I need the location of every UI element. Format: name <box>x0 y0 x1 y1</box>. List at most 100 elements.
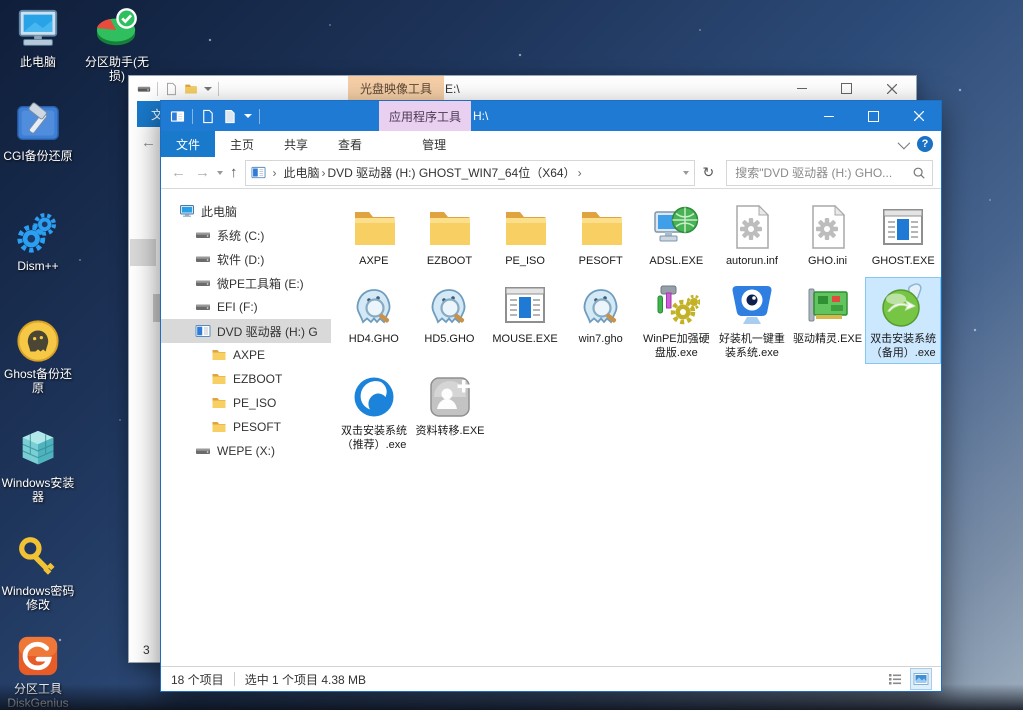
desktop-icon-partition-assistant[interactable]: 分区助手(无损) <box>79 6 155 83</box>
file-item[interactable]: MOUSE.EXE <box>487 277 563 350</box>
drive-icon <box>195 251 211 267</box>
sidebar-item-WEPE (X:)[interactable]: WEPE (X:) <box>161 439 331 463</box>
separator <box>157 82 158 96</box>
close-button[interactable] <box>896 101 941 131</box>
minimize-button[interactable] <box>806 101 851 131</box>
file-item[interactable]: 好装机一键重装系统.exe <box>714 277 790 364</box>
search-box[interactable] <box>726 160 933 186</box>
details-view-button[interactable] <box>885 669 905 689</box>
bg-window-title: E:\ <box>445 76 460 101</box>
sidebar-item-label: 软件 (D:) <box>217 251 264 268</box>
close-button[interactable] <box>869 76 914 101</box>
tab-查看[interactable]: 查看 <box>323 131 377 157</box>
sidebar-item-EFI (F:)[interactable]: EFI (F:) <box>161 295 331 319</box>
back-icon[interactable]: ← <box>169 165 188 180</box>
search-icon[interactable] <box>912 166 926 180</box>
desktop-icon-windows-password[interactable]: Windows密码修改 <box>0 535 76 612</box>
sidebar-item-AXPE[interactable]: AXPE <box>161 343 331 367</box>
address-bar[interactable]: › 此电脑›DVD 驱动器 (H:) GHOST_WIN7_64位（X64）› <box>245 160 695 186</box>
contextual-tab-label[interactable]: 应用程序工具 <box>379 101 471 131</box>
sidebar-item-此电脑[interactable]: 此电脑 <box>161 199 331 223</box>
forward-icon[interactable]: → <box>193 165 212 180</box>
maximize-button[interactable] <box>851 101 896 131</box>
sidebar-item-PESOFT[interactable]: PESOFT <box>161 415 331 439</box>
explorer-window[interactable]: 应用程序工具 H:\ 文件主页共享查看管理 ? ← → ↑ › 此电脑›DVD … <box>160 100 942 692</box>
file-item[interactable]: HD5.GHO <box>412 277 488 350</box>
file-item[interactable]: autorun.inf <box>714 199 790 272</box>
recent-locations-icon[interactable] <box>217 171 223 175</box>
file-name: 双击安装系统（备用）.exe <box>868 332 939 360</box>
maximize-button[interactable] <box>824 76 869 101</box>
sidebar-item-PE_ISO[interactable]: PE_ISO <box>161 391 331 415</box>
file-item[interactable]: 资料转移.EXE <box>412 369 488 442</box>
sidebar-item-EZBOOT[interactable]: EZBOOT <box>161 367 331 391</box>
breadcrumb-separator: › <box>576 166 584 180</box>
file-item[interactable]: PESOFT <box>563 199 639 272</box>
sidebar-item-系统 (C:)[interactable]: 系统 (C:) <box>161 223 331 247</box>
tab-共享[interactable]: 共享 <box>269 131 323 157</box>
tab-文件[interactable]: 文件 <box>161 131 215 157</box>
properties-icon[interactable] <box>222 109 237 124</box>
sidebar-item-软件 (D:)[interactable]: 软件 (D:) <box>161 247 331 271</box>
tab-主页[interactable]: 主页 <box>215 131 269 157</box>
sidebar-item-DVD 驱动器 (H:) G[interactable]: DVD 驱动器 (H:) G <box>161 319 331 343</box>
file-item[interactable]: GHO.ini <box>790 199 866 272</box>
desktop-icon-windows-installer[interactable]: Windows安装器 <box>0 427 76 504</box>
sidebar-item-label: PE_ISO <box>233 396 276 410</box>
large-icons-view-button[interactable] <box>911 669 931 689</box>
bg-back-icon[interactable]: ← <box>141 134 156 151</box>
bg-scrollbar-thumb[interactable] <box>153 294 160 322</box>
desktop-icon-ghost-backup[interactable]: Ghost备份还原 <box>0 318 76 395</box>
file-name: EZBOOT <box>427 254 472 268</box>
file-row: 双击安装系统（推荐）.exe资料转移.EXE <box>336 369 941 456</box>
desktop-icon-label: Ghost备份还原 <box>0 367 76 395</box>
breadcrumb-item[interactable]: DVD 驱动器 (H:) GHOST_WIN7_64位（X64） <box>328 164 576 181</box>
bg-contextual-tab[interactable]: 光盘映像工具 <box>348 76 444 101</box>
tab-管理[interactable]: 管理 <box>407 131 461 157</box>
desktop-icon-dism[interactable]: Dism++ <box>0 210 76 273</box>
ghost-file-icon <box>425 281 473 329</box>
minimize-ribbon-icon[interactable] <box>898 136 911 149</box>
file-item[interactable]: win7.gho <box>563 277 639 350</box>
file-item[interactable]: PE_ISO <box>487 199 563 272</box>
file-row: HD4.GHOHD5.GHOMOUSE.EXEwin7.ghoWinPE加强硬盘… <box>336 277 941 364</box>
minimize-button[interactable] <box>779 76 824 101</box>
transfer-icon <box>426 373 474 421</box>
sidebar-item-label: WEPE (X:) <box>217 444 275 458</box>
file-name: GHO.ini <box>808 254 847 268</box>
address-dropdown-icon[interactable] <box>683 171 689 175</box>
file-item[interactable]: 双击安装系统（推荐）.exe <box>336 369 412 456</box>
sidebar-item-label: EZBOOT <box>233 372 282 386</box>
ghost-file-icon <box>350 281 398 329</box>
file-item[interactable]: ADSL.EXE <box>639 199 715 272</box>
desktop-icon-cgi-backup[interactable]: CGI备份还原 <box>0 100 76 163</box>
file-item[interactable]: AXPE <box>336 199 412 272</box>
file-name: AXPE <box>359 254 388 268</box>
file-item[interactable]: 驱动精灵.EXE <box>790 277 866 350</box>
file-item[interactable]: HD4.GHO <box>336 277 412 350</box>
file-item[interactable]: 双击安装系统（备用）.exe <box>865 277 941 364</box>
drive-icon <box>137 82 151 96</box>
desktop-icon-this-pc[interactable]: 此电脑 <box>0 6 76 69</box>
folder-icon <box>211 395 227 411</box>
file-item[interactable]: WinPE加强硬盘版.exe <box>639 277 715 364</box>
refresh-icon[interactable]: ↻ <box>700 164 718 181</box>
help-button[interactable]: ? <box>917 136 933 152</box>
exe-window-icon <box>501 281 549 329</box>
qat-dropdown-icon[interactable] <box>244 114 252 118</box>
file-list: AXPE EZBOOT PE_ISOPESOFTADSL.EXEautorun.in… <box>331 189 941 666</box>
bg-selected-tree-row <box>130 239 156 266</box>
sidebar-item-微PE工具箱 (E:)[interactable]: 微PE工具箱 (E:) <box>161 271 331 295</box>
folder-icon[interactable] <box>184 82 198 96</box>
qat-dropdown-icon[interactable] <box>204 87 212 91</box>
desktop-icon-diskgenius[interactable]: 分区工具DiskGenius <box>0 633 76 710</box>
new-file-icon[interactable] <box>200 109 215 124</box>
file-item[interactable]: GHOST.EXE <box>865 199 941 272</box>
explorer-window-icon <box>170 109 185 124</box>
file-item[interactable]: EZBOOT <box>412 199 488 272</box>
new-file-icon[interactable] <box>164 82 178 96</box>
search-input[interactable] <box>733 165 908 181</box>
up-icon[interactable]: ↑ <box>228 165 240 180</box>
ribbon-right-controls: ? <box>898 131 933 157</box>
breadcrumb-item[interactable]: 此电脑 <box>284 164 320 181</box>
